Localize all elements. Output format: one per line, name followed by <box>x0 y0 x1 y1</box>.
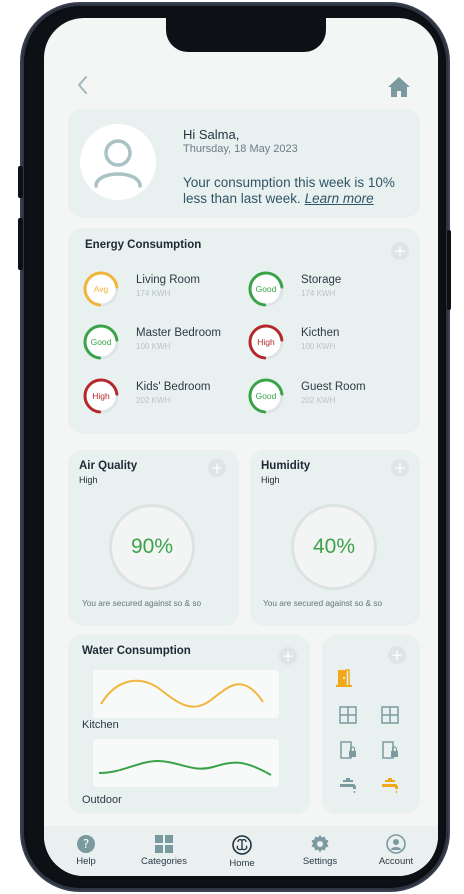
add-water-button[interactable]: + <box>279 647 297 665</box>
room-name: Kids' Bedroom <box>136 381 211 393</box>
room-item[interactable]: Good Storage 174 KWH <box>248 271 408 307</box>
door-lock-icon[interactable] <box>338 740 358 760</box>
door-icon[interactable] <box>334 668 354 688</box>
status-badge: High <box>257 337 275 347</box>
water-consumption-card: Water Consumption + Kitchen Outdoor <box>68 635 310 813</box>
add-humidity-button[interactable]: + <box>391 459 409 477</box>
room-name: Living Room <box>136 274 200 286</box>
kitchen-water-chart <box>93 670 279 718</box>
humidity-level: High <box>261 475 280 485</box>
phone-notch <box>166 18 326 52</box>
air-quality-level: High <box>79 475 98 485</box>
home-icon[interactable] <box>387 76 411 98</box>
outdoor-wave-line <box>98 759 272 776</box>
room-kwh: 174 KWH <box>301 289 336 298</box>
humidity-value: 40% <box>312 535 356 558</box>
humidity-gauge: 40% <box>291 504 377 590</box>
app-screen: Hi Salma, Thursday, 18 May 2023 Your con… <box>44 18 438 876</box>
greeting-message: Your consumption this week is 10% less t… <box>183 175 398 207</box>
air-quality-card: Air Quality High + 90% You are secured a… <box>68 450 239 625</box>
status-badge: Good <box>255 391 277 401</box>
faucet-icon[interactable] <box>338 775 358 795</box>
kitchen-label: Kitchen <box>82 719 119 731</box>
nav-label: Settings <box>302 856 338 867</box>
room-kwh: 202 KWH <box>136 396 171 405</box>
faucet-icon[interactable] <box>380 775 400 795</box>
room-kwh: 202 KWH <box>301 396 336 405</box>
humidity-card: Humidity High + 40% You are secured agai… <box>250 450 420 625</box>
nav-label: Account <box>378 856 414 867</box>
room-item[interactable]: Avg Living Room 174 KWH <box>83 271 243 307</box>
room-kwh: 100 KWH <box>136 342 171 351</box>
air-quality-value: 90% <box>130 535 174 558</box>
avatar[interactable] <box>80 124 156 200</box>
window-icon[interactable] <box>338 705 358 725</box>
phone-side-button <box>18 166 23 198</box>
room-name: Master Bedroom <box>136 327 222 339</box>
back-arrow-icon[interactable] <box>72 74 94 96</box>
air-quality-title: Air Quality <box>79 460 138 472</box>
energy-consumption-card: Energy Consumption + Avg Living Room 174 K… <box>68 228 420 433</box>
nav-label: Categories <box>141 856 187 867</box>
home-brain-icon <box>232 835 252 855</box>
water-title: Water Consumption <box>82 645 191 657</box>
status-badge: Good <box>90 337 112 347</box>
air-quality-gauge: 90% <box>109 504 195 590</box>
devices-card: + <box>322 635 420 813</box>
add-energy-button[interactable]: + <box>391 242 409 260</box>
energy-title: Energy Consumption <box>85 239 202 251</box>
humidity-note: You are secured against so & so <box>263 598 383 608</box>
air-quality-note: You are secured against so & so <box>82 598 202 608</box>
status-badge: Good <box>255 284 277 294</box>
room-kwh: 100 KWH <box>301 342 336 351</box>
room-item[interactable]: High Kids' Bedroom 202 KWH <box>83 378 243 414</box>
nav-label: Home <box>229 858 255 869</box>
nav-label: Help <box>76 856 96 867</box>
add-air-quality-button[interactable]: + <box>208 459 226 477</box>
nav-home[interactable]: Home <box>207 834 277 869</box>
room-kwh: 174 KWH <box>136 289 171 298</box>
room-name: Storage <box>301 274 342 286</box>
user-icon <box>94 139 142 188</box>
window-icon[interactable] <box>380 705 400 725</box>
learn-more-link[interactable]: Learn more <box>305 191 374 206</box>
room-name: Kicthen <box>301 327 340 339</box>
help-icon: ? <box>77 835 95 853</box>
nav-help[interactable]: ? Help <box>51 834 121 867</box>
nav-categories[interactable]: Categories <box>129 834 199 867</box>
add-device-button[interactable]: + <box>388 646 406 664</box>
phone-side-button <box>447 230 451 310</box>
phone-side-button <box>18 218 23 270</box>
greeting-card: Hi Salma, Thursday, 18 May 2023 Your con… <box>68 109 420 217</box>
nav-settings[interactable]: Settings <box>285 834 355 867</box>
door-lock-icon[interactable] <box>380 740 400 760</box>
humidity-title: Humidity <box>261 460 311 472</box>
outdoor-label: Outdoor <box>82 794 122 806</box>
greeting-name: Hi Salma, <box>183 127 240 142</box>
outdoor-water-chart <box>93 739 279 787</box>
nav-account[interactable]: Account <box>361 834 431 867</box>
room-item[interactable]: Good Master Bedroom 100 KWH <box>83 324 243 360</box>
bottom-navigation: ? Help Categories Home Settings Account <box>44 826 438 876</box>
categories-icon <box>155 835 173 853</box>
kitchen-wave-line <box>100 679 264 708</box>
room-item[interactable]: Good Guest Room 202 KWH <box>248 378 408 414</box>
status-badge: High <box>92 391 110 401</box>
gear-icon <box>311 835 329 853</box>
account-icon <box>386 834 406 854</box>
greeting-date: Thursday, 18 May 2023 <box>183 143 298 155</box>
svg-text:?: ? <box>83 837 89 851</box>
room-item[interactable]: High Kicthen 100 KWH <box>248 324 408 360</box>
room-name: Guest Room <box>301 381 366 393</box>
status-badge: Avg <box>93 284 109 294</box>
